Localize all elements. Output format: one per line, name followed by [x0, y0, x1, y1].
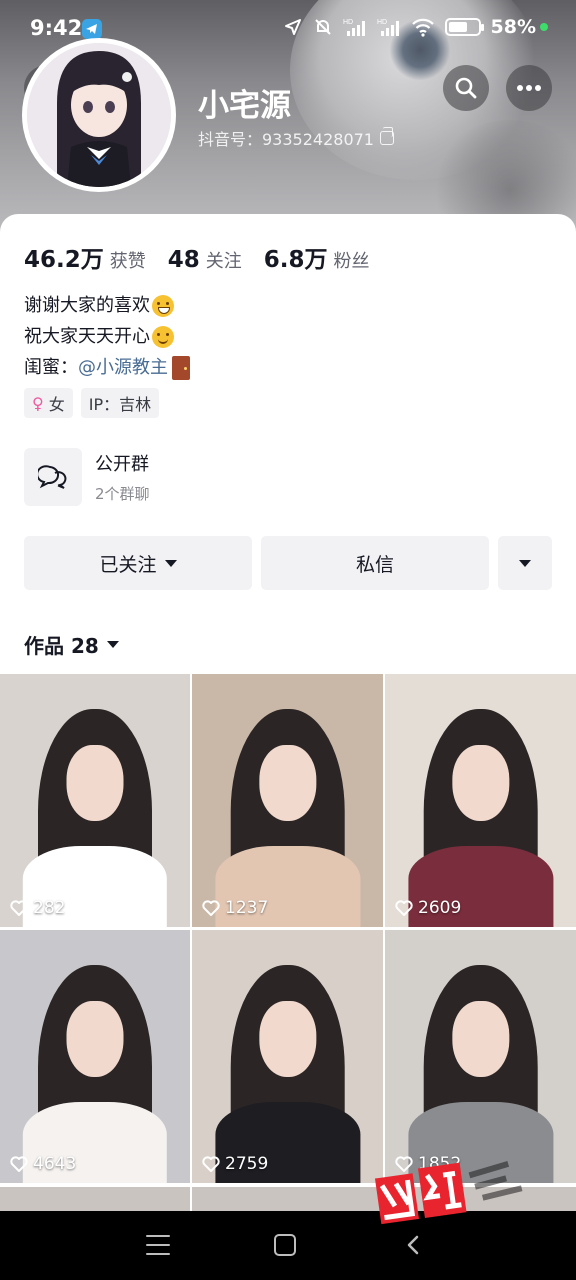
signal-hd-icon: HD — [377, 17, 401, 37]
stat-following-value: 48 — [167, 247, 200, 273]
mute-icon — [313, 17, 333, 37]
status-icons: HD HD 58% — [283, 16, 548, 38]
bio-line-3-prefix: 闺蜜： — [24, 357, 78, 378]
charging-indicator — [540, 23, 548, 31]
more-options-button[interactable] — [506, 65, 552, 111]
stat-following-label: 关注 — [205, 251, 242, 272]
recommend-dropdown-button[interactable] — [498, 536, 552, 590]
grin-emoji-icon — [152, 294, 174, 317]
bio-line-1: 谢谢大家的喜欢 — [24, 295, 150, 316]
message-button[interactable]: 私信 — [261, 536, 489, 590]
bio-mention-link[interactable]: @小源教主 — [78, 352, 168, 383]
video-preview-face — [66, 744, 124, 821]
battery-percent: 58% — [490, 16, 536, 38]
ip-location-label: IP：吉林 — [88, 395, 152, 414]
video-like-count-value: 282 — [33, 898, 66, 918]
video-like-count: 282 — [10, 898, 65, 918]
video-like-count-value: 2759 — [225, 1154, 269, 1174]
video-thumbnail[interactable]: 282 — [0, 674, 190, 927]
location-icon — [283, 17, 303, 37]
group-chat-icon-box — [24, 448, 82, 506]
video-grid: 282 1237 2609 4643 2759 1852 — [0, 674, 576, 1183]
gender-tag: ♀ 女 — [24, 388, 73, 418]
stat-followers-label: 粉丝 — [333, 251, 370, 272]
nav-home-button[interactable] — [274, 1234, 296, 1256]
stat-likes-label: 获赞 — [109, 251, 146, 272]
telegram-icon — [82, 19, 102, 39]
avatar-illustration — [27, 43, 171, 187]
profile-actions: 已关注 私信 — [24, 536, 552, 590]
wifi-icon — [411, 17, 435, 37]
heart-icon — [202, 900, 220, 916]
video-preview-face — [451, 1000, 510, 1077]
heart-icon — [10, 1156, 28, 1172]
stat-followers-value: 6.8万 — [263, 247, 328, 273]
douyin-id[interactable]: 抖音号：93352428071 — [198, 126, 394, 150]
following-button[interactable]: 已关注 — [24, 536, 252, 590]
video-thumbnail[interactable]: 1852 — [385, 930, 576, 1183]
bio-line-2: 祝大家天天开心 — [24, 326, 150, 347]
stat-likes[interactable]: 46.2万 获赞 — [24, 240, 146, 274]
door-emoji-icon — [172, 355, 190, 380]
avatar[interactable] — [22, 38, 176, 192]
works-tab[interactable]: 作品 28 — [24, 630, 119, 659]
status-time: 9:42 — [30, 16, 83, 40]
stat-followers[interactable]: 6.8万 粉丝 — [264, 240, 370, 274]
profile-tags: ♀ 女 IP：吉林 — [24, 388, 160, 418]
female-icon: ♀ — [32, 393, 44, 413]
group-chat-count: 2个群聊 — [95, 485, 150, 503]
svg-text:HD: HD — [377, 19, 387, 26]
heart-icon — [395, 900, 413, 916]
video-thumbnail[interactable]: 2609 — [385, 674, 576, 927]
profile-info-card: 46.2万 获赞 48 关注 6.8万 粉丝 谢谢大家的喜欢 祝大家天天开心 闺… — [0, 214, 576, 674]
watermark-logo — [372, 1150, 532, 1240]
following-button-label: 已关注 — [99, 553, 157, 576]
video-preview-face — [258, 744, 317, 821]
video-like-count: 4643 — [10, 1154, 76, 1174]
ip-location-tag: IP：吉林 — [80, 388, 160, 418]
video-like-count: 1237 — [202, 898, 268, 918]
video-like-count: 2759 — [202, 1154, 268, 1174]
video-like-count: 2609 — [395, 898, 461, 918]
heart-icon — [10, 900, 28, 916]
stat-following[interactable]: 48 关注 — [168, 247, 242, 273]
bio: 谢谢大家的喜欢 祝大家天天开心 闺蜜： @小源教主 — [24, 290, 190, 383]
stat-likes-value: 46.2万 — [24, 247, 104, 273]
douyin-id-text: 抖音号：93352428071 — [198, 130, 374, 149]
caret-down-icon — [106, 641, 119, 648]
more-dots-icon — [517, 85, 541, 91]
video-thumbnail[interactable]: 4643 — [0, 930, 190, 1183]
profile-stats: 46.2万 获赞 48 关注 6.8万 粉丝 — [24, 240, 392, 274]
video-preview-face — [66, 1000, 124, 1077]
caret-down-icon — [164, 559, 177, 567]
video-thumbnail[interactable]: 1237 — [192, 674, 383, 927]
group-chat-title: 公开群 — [95, 454, 149, 475]
caret-down-icon — [519, 559, 531, 567]
signal-hd-icon: HD — [343, 17, 367, 37]
video-like-count-value: 2609 — [418, 898, 462, 918]
search-icon — [455, 77, 477, 99]
heart-icon — [202, 1156, 220, 1172]
search-button[interactable] — [443, 65, 489, 111]
svg-text:HD: HD — [343, 19, 353, 26]
battery-icon — [444, 18, 484, 36]
message-button-label: 私信 — [355, 553, 394, 576]
video-preview-face — [451, 744, 510, 821]
gender-tag-label: 女 — [48, 395, 65, 414]
nav-recents-button[interactable] — [146, 1235, 170, 1255]
video-like-count-value: 4643 — [33, 1154, 77, 1174]
smile-emoji-icon — [152, 325, 174, 348]
video-preview-face — [258, 1000, 317, 1077]
video-like-count-value: 1237 — [225, 898, 269, 918]
chat-bubbles-icon — [38, 465, 67, 489]
works-tab-label: 作品 28 — [24, 634, 99, 658]
video-thumbnail[interactable]: 2759 — [192, 930, 383, 1183]
profile-name: 小宅源 — [198, 88, 291, 124]
group-chat-entry[interactable]: 公开群 2个群聊 — [24, 448, 150, 506]
copy-icon[interactable] — [379, 127, 394, 145]
